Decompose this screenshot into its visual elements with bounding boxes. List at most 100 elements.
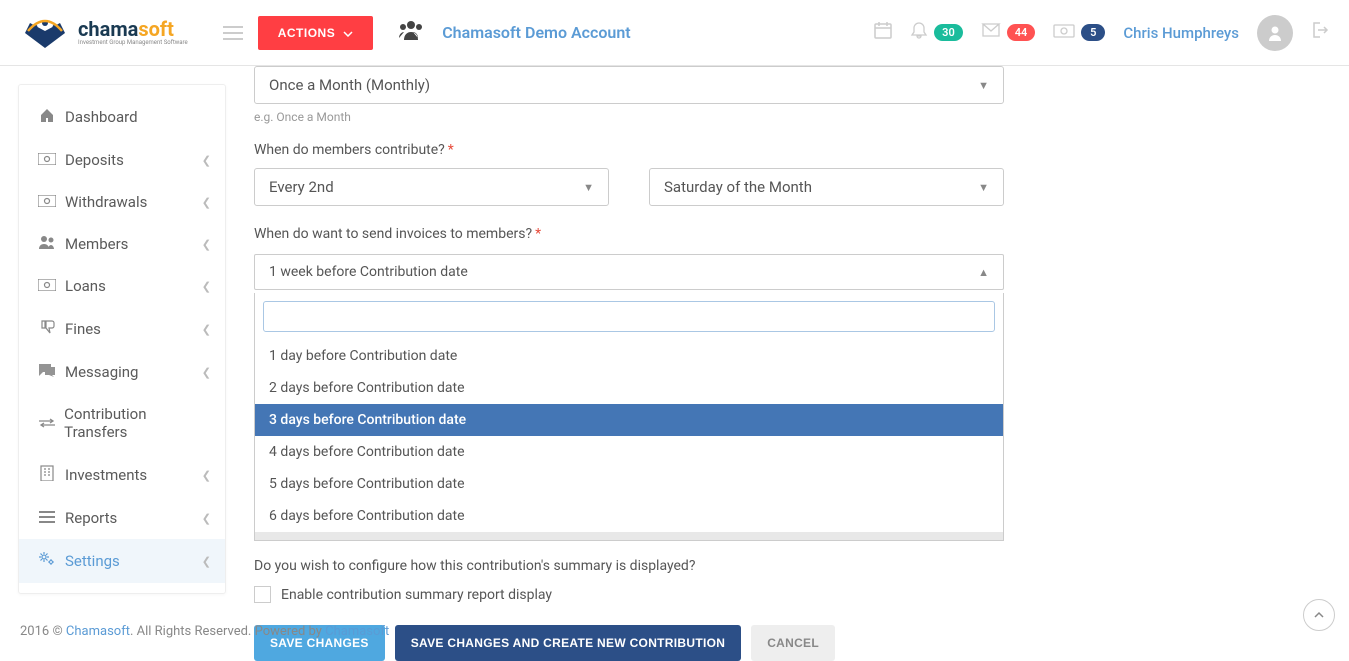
notifications-button[interactable]: 30 bbox=[910, 21, 963, 44]
sidebar-item-settings[interactable]: Settings ❮ bbox=[19, 539, 225, 583]
chevron-right-icon: ❮ bbox=[202, 469, 211, 482]
messages-button[interactable]: 44 bbox=[981, 22, 1036, 43]
logo-icon bbox=[20, 13, 70, 53]
sidebar-item-members[interactable]: Members❮ bbox=[19, 223, 225, 265]
wallet-button[interactable]: 5 bbox=[1053, 22, 1105, 43]
notification-badge: 30 bbox=[934, 24, 963, 41]
users-icon bbox=[37, 235, 57, 253]
sidebar-item-loans[interactable]: Loans ❮ bbox=[19, 265, 225, 307]
logo-text-a: chama bbox=[78, 17, 138, 41]
sidebar-item-label: Messaging bbox=[65, 363, 138, 381]
wallet-badge: 5 bbox=[1081, 24, 1105, 41]
sidebar-item-fines[interactable]: Fines ❮ bbox=[19, 307, 225, 351]
sidebar-item-label: Loans bbox=[65, 277, 106, 295]
contribute-day-select[interactable]: Every 2nd ▼ bbox=[254, 168, 609, 206]
chevron-right-icon: ❮ bbox=[202, 366, 211, 379]
chevron-down-icon bbox=[343, 26, 353, 40]
summary-checkbox[interactable] bbox=[254, 586, 271, 603]
sidebar-item-label: Investments bbox=[65, 466, 147, 484]
logout-icon[interactable] bbox=[1311, 21, 1329, 44]
footer-brand-link[interactable]: Chamasoft bbox=[66, 624, 130, 639]
actions-label: ACTIONS bbox=[278, 26, 336, 40]
invoice-option[interactable]: 6 days before Contribution date bbox=[255, 500, 1003, 532]
sidebar-item-label: Withdrawals bbox=[65, 193, 147, 211]
caret-up-icon: ▲ bbox=[978, 266, 989, 279]
contribute-day-value: Every 2nd bbox=[269, 178, 334, 196]
sidebar-item-deposits[interactable]: Deposits ❮ bbox=[19, 139, 225, 181]
envelope-icon bbox=[981, 22, 1001, 43]
sidebar-item-label: Fines bbox=[65, 320, 101, 338]
logo-text-b: soft bbox=[138, 17, 174, 41]
account-name[interactable]: Chamasoft Demo Account bbox=[442, 23, 630, 42]
messages-badge: 44 bbox=[1007, 24, 1036, 41]
user-name[interactable]: Chris Humphreys bbox=[1123, 24, 1239, 42]
money-icon bbox=[1053, 22, 1075, 43]
invoice-option[interactable]: 3 days before Contribution date bbox=[255, 404, 1003, 436]
cancel-button[interactable]: CANCEL bbox=[751, 625, 835, 661]
caret-down-icon: ▼ bbox=[583, 181, 594, 194]
dropdown-search-input[interactable] bbox=[263, 301, 995, 332]
invoice-option[interactable]: 5 days before Contribution date bbox=[255, 468, 1003, 500]
contribute-label: When do members contribute?* bbox=[254, 142, 1339, 158]
building-icon bbox=[37, 465, 57, 485]
invoice-select[interactable]: 1 week before Contribution date ▲ bbox=[254, 254, 1004, 290]
invoice-dropdown-panel: 1 day before Contribution date2 days bef… bbox=[254, 293, 1004, 541]
summary-question: Do you wish to configure how this contri… bbox=[254, 558, 1339, 574]
invoice-label: When do want to send invoices to members… bbox=[254, 226, 1339, 242]
sidebar-item-messaging[interactable]: Messaging ❮ bbox=[19, 351, 225, 393]
thumbs-down-icon bbox=[37, 319, 57, 339]
frequency-value: Once a Month (Monthly) bbox=[269, 76, 430, 94]
money-icon bbox=[37, 277, 57, 295]
footer: 2016 © Chamasoft. All Rights Reserved. P… bbox=[20, 618, 389, 645]
chevron-right-icon: ❮ bbox=[202, 196, 211, 209]
contribute-weekday-select[interactable]: Saturday of the Month ▼ bbox=[649, 168, 1004, 206]
invoice-option[interactable]: 2 days before Contribution date bbox=[255, 372, 1003, 404]
chevron-right-icon: ❮ bbox=[202, 555, 211, 568]
main-content: Once a Month (Monthly) ▼ e.g. Once a Mon… bbox=[244, 66, 1349, 645]
logo[interactable]: chamasoft Investment Group Management So… bbox=[20, 13, 188, 53]
invoice-options-list[interactable]: 1 day before Contribution date2 days bef… bbox=[255, 340, 1003, 540]
sidebar-item-dashboard[interactable]: Dashboard bbox=[19, 95, 225, 139]
required-icon: * bbox=[448, 142, 454, 158]
summary-checkbox-label: Enable contribution summary report displ… bbox=[281, 587, 552, 603]
sidebar-item-label: Deposits bbox=[65, 151, 124, 169]
footer-powered-link[interactable]: Chamasoft bbox=[325, 624, 389, 639]
sidebar: DashboardDeposits❮Withdrawals❮Members❮Lo… bbox=[0, 66, 244, 645]
calendar-button[interactable] bbox=[874, 21, 892, 44]
required-icon: * bbox=[535, 226, 541, 242]
group-icon[interactable] bbox=[398, 20, 424, 46]
caret-down-icon: ▼ bbox=[978, 79, 989, 92]
sidebar-item-reports[interactable]: Reports❮ bbox=[19, 497, 225, 539]
chevron-right-icon: ❮ bbox=[202, 323, 211, 336]
invoice-option[interactable]: 4 days before Contribution date bbox=[255, 436, 1003, 468]
sidebar-item-withdrawals[interactable]: Withdrawals ❮ bbox=[19, 181, 225, 223]
logo-subtitle: Investment Group Management Software bbox=[78, 40, 188, 46]
home-icon bbox=[37, 107, 57, 127]
transfer-icon bbox=[37, 414, 56, 432]
invoice-option[interactable]: 1 week before Contribution date bbox=[255, 532, 1003, 540]
scroll-top-button[interactable] bbox=[1303, 599, 1335, 631]
chevron-right-icon: ❮ bbox=[202, 238, 211, 251]
sidebar-item-label: Reports bbox=[65, 509, 117, 527]
sidebar-item-label: Contribution Transfers bbox=[64, 405, 207, 441]
avatar[interactable] bbox=[1257, 15, 1293, 51]
actions-button[interactable]: ACTIONS bbox=[258, 16, 374, 50]
invoice-option[interactable]: 1 day before Contribution date bbox=[255, 340, 1003, 372]
sidebar-item-contribution-transfers[interactable]: Contribution Transfers bbox=[19, 393, 225, 453]
menu-toggle-icon[interactable] bbox=[223, 21, 243, 45]
frequency-select[interactable]: Once a Month (Monthly) ▼ bbox=[254, 66, 1004, 104]
money-icon bbox=[37, 193, 57, 211]
chat-icon bbox=[37, 363, 57, 381]
sidebar-item-investments[interactable]: Investments ❮ bbox=[19, 453, 225, 497]
bars-icon bbox=[37, 509, 57, 527]
contribute-weekday-value: Saturday of the Month bbox=[664, 178, 812, 196]
header: chamasoft Investment Group Management So… bbox=[0, 0, 1349, 66]
caret-down-icon: ▼ bbox=[978, 181, 989, 194]
save-and-new-button[interactable]: SAVE CHANGES AND CREATE NEW CONTRIBUTION bbox=[395, 625, 741, 661]
chevron-right-icon: ❮ bbox=[202, 154, 211, 167]
frequency-hint: e.g. Once a Month bbox=[254, 110, 1339, 124]
sidebar-item-label: Settings bbox=[65, 552, 120, 570]
gears-icon bbox=[37, 551, 57, 571]
money-icon bbox=[37, 151, 57, 169]
chevron-right-icon: ❮ bbox=[202, 280, 211, 293]
